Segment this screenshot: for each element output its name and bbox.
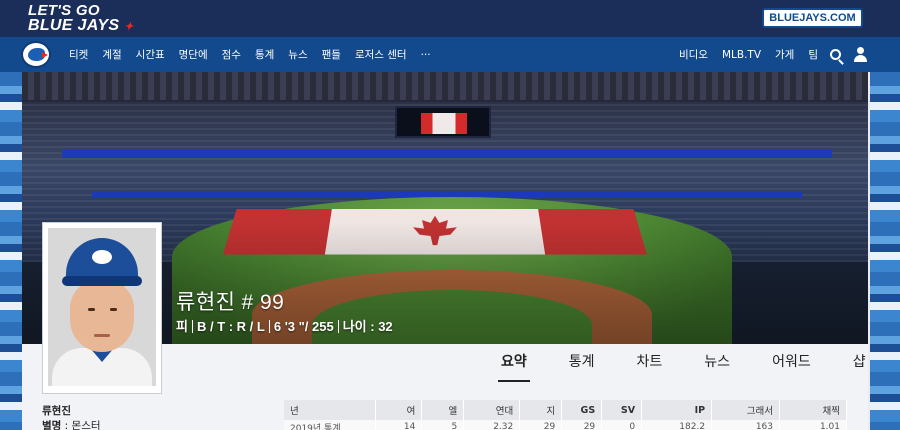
info-nickname-value: 몬스터 [71,420,101,430]
cap-logo-icon [92,250,112,264]
stats-cell: 163 [711,420,780,430]
lets-go-blue-jays-logo[interactable]: LET'S GO BLUE JAYS ✦ [28,3,134,35]
headshot-eye [110,308,117,311]
stats-header-era[interactable]: 연대 [463,400,521,420]
stats-cell: 2.32 [463,420,521,430]
background-stripes-right [870,72,900,430]
nav-item-shop[interactable]: 가게 [775,47,794,62]
stats-header-games[interactable]: 지 [519,400,563,420]
nav-item-mlbtv[interactable]: MLB.TV [722,49,761,61]
meta-divider [337,320,339,333]
table-row: 2019년 통계 14 5 2.32 29 29 0 182.2 163 1.0… [284,420,847,430]
bluejays-site-button[interactable]: BLUEJAYS.COM [762,8,863,28]
stats-cell: 29 [519,420,563,430]
nav-item-team[interactable]: 팀 [808,47,818,62]
nav-item-more[interactable]: ··· [421,49,431,61]
scoreboard-flag [421,113,467,134]
player-name-heading: 류현진 # 99 [176,286,284,316]
stats-header-losses[interactable]: 엘 [421,400,465,420]
stats-header-wins[interactable]: 여 [375,400,423,420]
player-tabs: 요약 통계 차트 뉴스 어워드 샵 [498,344,867,382]
meta-divider [191,320,193,333]
beak-shape [42,52,48,58]
player-headshot [42,222,162,394]
player-position: 피 [176,319,188,334]
stats-header-row: 년 여 엘 연대 지 GS SV IP 그래서 채찍 [284,400,847,420]
nav-item-fans[interactable]: 팬들 [322,47,341,62]
info-player-name: 류현진 [42,405,71,417]
player-number: # 99 [241,291,285,314]
nav-item-stats[interactable]: 통계 [255,47,274,62]
stats-table: 년 여 엘 연대 지 GS SV IP 그래서 채찍 2019년 통계 14 5… [284,400,847,430]
headshot-mouth [94,334,110,337]
stadium-roof [22,72,868,100]
nav-item-roster[interactable]: 명단에 [179,47,208,62]
blue-jays-logo-icon[interactable] [21,41,51,68]
user-icon-body [854,55,867,62]
maple-leaf-icon: ✦ [124,21,134,33]
stats-cell: 14 [375,420,423,430]
scoreboard [395,106,491,138]
stats-cell: 29 [561,420,603,430]
nav-item-news[interactable]: 뉴스 [288,47,307,62]
player-meta: 피 B / T : R / L 6 '3 "/ 255 나이 : 32 [176,316,393,335]
brand-bar: LET'S GO BLUE JAYS ✦ BLUEJAYS.COM [0,0,900,37]
meta-divider [268,320,270,333]
background-stripes-left [0,72,22,430]
info-nickname-label: 별명 [42,420,62,430]
stats-header-year[interactable]: 년 [284,400,377,420]
player-age: 나이 : 32 [342,319,393,334]
info-nickname-row: 별명 : 몬스터 [42,420,101,430]
nav-item-tickets[interactable]: 티켓 [69,47,88,62]
headshot-face [70,280,134,352]
stats-cell: 0 [601,420,643,430]
nav-item-video[interactable]: 비디오 [679,47,708,62]
user-icon-head [857,47,864,54]
main-nav: 티켓 계절 시간표 명단에 점수 통계 뉴스 팬들 로저스 센터 ··· 비디오… [0,37,900,72]
slogan-line-2: BLUE JAYS [28,17,120,34]
stats-cell: 2019년 통계 [284,420,377,430]
nav-right-items: 비디오 MLB.TV 가게 팀 [665,37,818,72]
search-icon[interactable] [830,49,841,60]
tab-stats[interactable]: 통계 [568,344,596,382]
tab-awards[interactable]: 어워드 [771,344,812,382]
nav-item-scores[interactable]: 점수 [222,47,241,62]
stats-cell: 1.01 [779,420,847,430]
tab-summary[interactable]: 요약 [498,344,530,382]
stats-cell: 182.2 [641,420,713,430]
user-icon[interactable] [853,47,868,63]
headshot-eye [88,308,95,311]
nav-item-season[interactable]: 계절 [102,47,121,62]
tab-news[interactable]: 뉴스 [703,344,731,382]
stats-cell: 5 [421,420,465,430]
stats-header-gs[interactable]: GS [561,400,603,420]
player-name: 류현진 [176,291,236,314]
stats-header-sv[interactable]: SV [601,400,643,420]
nav-item-schedule[interactable]: 시간표 [136,47,165,62]
slogan-line-1: LET'S GO [28,2,100,19]
stands-ad-ring-upper [62,150,832,158]
nav-item-rogers-centre[interactable]: 로저스 센터 [355,47,407,62]
headshot-photo [48,228,156,386]
stats-header-ip[interactable]: IP [641,400,713,420]
headshot-cap-bill [62,276,142,286]
stats-header-strikeouts[interactable]: 그래서 [711,400,780,420]
tab-shop[interactable]: 샵 [852,344,867,382]
stats-header-whip[interactable]: 채찍 [779,400,847,420]
tab-charts[interactable]: 차트 [636,344,664,382]
player-height-weight: 6 '3 "/ 255 [273,319,334,334]
player-bats-throws: B / T : R / L [196,319,265,334]
nav-items: 티켓 계절 시간표 명단에 점수 통계 뉴스 팬들 로저스 센터 ··· [69,37,445,72]
